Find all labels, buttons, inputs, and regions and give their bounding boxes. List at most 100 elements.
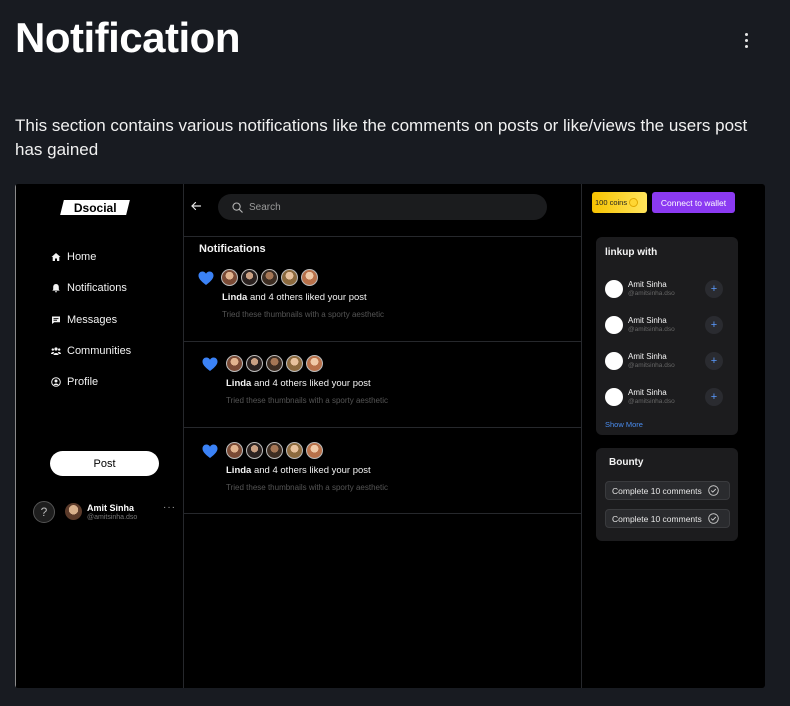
notification-subtext: Tried these thumbnails with a sporty aes… (226, 396, 389, 405)
bounty-title: Bounty (609, 457, 644, 468)
bell-icon (51, 283, 61, 293)
avatar[interactable] (266, 355, 283, 372)
heart-icon (202, 444, 218, 458)
sidebar-item-label: Home (67, 251, 97, 263)
linkup-title: linkup with (605, 247, 658, 258)
notifications-panel: Search Notifications Linda and 4 others … (184, 184, 582, 688)
avatar[interactable] (246, 355, 263, 372)
avatar[interactable] (605, 388, 623, 406)
user-more-icon[interactable]: ··· (163, 502, 176, 513)
list-item: Amit Sinha @amitsinha.dso + (605, 350, 727, 372)
sidebar-item-label: Communities (67, 345, 132, 357)
list-item: Amit Sinha @amitsinha.dso + (605, 278, 727, 300)
sidebar: Dsocial Home Notifications Messages Comm… (15, 184, 184, 688)
linkup-name: Amit Sinha (628, 316, 667, 325)
search-input[interactable]: Search (218, 194, 547, 220)
coins-badge[interactable]: 100 coins (592, 192, 647, 213)
list-item: Amit Sinha @amitsinha.dso + (605, 386, 727, 408)
sidebar-item-label: Profile (67, 376, 99, 388)
bounty-panel: Bounty Complete 10 comments Complete 10 … (596, 448, 738, 541)
add-user-button[interactable]: + (705, 388, 723, 406)
page-title: Notification (15, 14, 240, 61)
divider (184, 513, 582, 514)
show-more-link[interactable]: Show More (605, 420, 643, 429)
add-user-button[interactable]: + (705, 280, 723, 298)
avatar[interactable] (286, 442, 303, 459)
list-item[interactable]: Linda and 4 others liked your post Tried… (184, 428, 582, 514)
heart-icon (202, 357, 218, 371)
sidebar-item-communities[interactable]: Communities (51, 343, 131, 359)
avatar[interactable] (301, 269, 318, 286)
avatar[interactable] (226, 355, 243, 372)
user-handle: @amitsinha.dso (87, 514, 138, 521)
avatar[interactable] (65, 503, 82, 520)
avatar[interactable] (246, 442, 263, 459)
notification-text: Linda and 4 others liked your post (226, 378, 371, 389)
home-icon (51, 252, 61, 262)
app-screenshot: Dsocial Home Notifications Messages Comm… (15, 184, 765, 688)
notification-subtext: Tried these thumbnails with a sporty aes… (222, 310, 385, 319)
sidebar-item-home[interactable]: Home (51, 249, 96, 265)
avatar[interactable] (266, 442, 283, 459)
notification-text: Linda and 4 others liked your post (226, 465, 371, 476)
linkup-panel: linkup with Amit Sinha @amitsinha.dso + … (596, 237, 738, 435)
sidebar-item-label: Messages (67, 314, 118, 326)
avatar[interactable] (605, 280, 623, 298)
notification-subtext: Tried these thumbnails with a sporty aes… (226, 483, 389, 492)
avatar[interactable] (281, 269, 298, 286)
linkup-handle: @amitsinha.dso (628, 290, 675, 297)
sidebar-item-messages[interactable]: Messages (51, 312, 117, 328)
back-arrow-icon[interactable] (190, 200, 202, 212)
liker-avatars (226, 442, 323, 459)
profile-icon (51, 377, 61, 387)
divider (184, 236, 582, 237)
user-name: Amit Sinha (87, 503, 135, 513)
bounty-label: Complete 10 comments (612, 485, 702, 496)
avatar[interactable] (306, 442, 323, 459)
sidebar-item-profile[interactable]: Profile (51, 374, 98, 390)
check-circle-icon (708, 513, 719, 524)
communities-icon (51, 346, 61, 356)
linkup-name: Amit Sinha (628, 280, 667, 289)
linkup-name: Amit Sinha (628, 388, 667, 397)
add-user-button[interactable]: + (705, 352, 723, 370)
more-options-icon[interactable] (736, 30, 756, 50)
list-item[interactable]: Linda and 4 others liked your post Tried… (184, 342, 582, 428)
page-description: This section contains various notificati… (15, 116, 748, 159)
avatar[interactable] (241, 269, 258, 286)
right-panel: 100 coins Connect to wallet linkup with … (582, 184, 765, 688)
connect-wallet-button[interactable]: Connect to wallet (652, 192, 735, 213)
app-logo[interactable]: Dsocial (60, 200, 130, 215)
linkup-handle: @amitsinha.dso (628, 326, 675, 333)
avatar[interactable] (605, 316, 623, 334)
linkup-handle: @amitsinha.dso (628, 398, 675, 405)
avatar[interactable] (221, 269, 238, 286)
linkup-name: Amit Sinha (628, 352, 667, 361)
bounty-label: Complete 10 comments (612, 513, 702, 524)
bounty-item[interactable]: Complete 10 comments (605, 509, 730, 528)
liker-avatars (221, 269, 318, 286)
post-button[interactable]: Post (50, 451, 159, 476)
message-icon (51, 315, 61, 325)
notification-text: Linda and 4 others liked your post (222, 292, 367, 303)
sidebar-item-label: Notifications (67, 282, 127, 294)
avatar[interactable] (261, 269, 278, 286)
avatar[interactable] (286, 355, 303, 372)
coin-icon (629, 198, 639, 207)
help-icon[interactable]: ? (33, 501, 55, 523)
list-item[interactable]: Linda and 4 others liked your post Tried… (184, 255, 582, 341)
avatar[interactable] (605, 352, 623, 370)
avatar[interactable] (306, 355, 323, 372)
sidebar-item-notifications[interactable]: Notifications (51, 280, 127, 296)
list-item: Amit Sinha @amitsinha.dso + (605, 314, 727, 336)
check-circle-icon (708, 485, 719, 496)
linkup-handle: @amitsinha.dso (628, 362, 675, 369)
notifications-heading: Notifications (199, 243, 266, 255)
search-icon (232, 201, 243, 213)
heart-icon (198, 271, 214, 285)
avatar[interactable] (226, 442, 243, 459)
bounty-item[interactable]: Complete 10 comments (605, 481, 730, 500)
liker-avatars (226, 355, 323, 372)
add-user-button[interactable]: + (705, 316, 723, 334)
coins-label: 100 coins (595, 198, 628, 207)
